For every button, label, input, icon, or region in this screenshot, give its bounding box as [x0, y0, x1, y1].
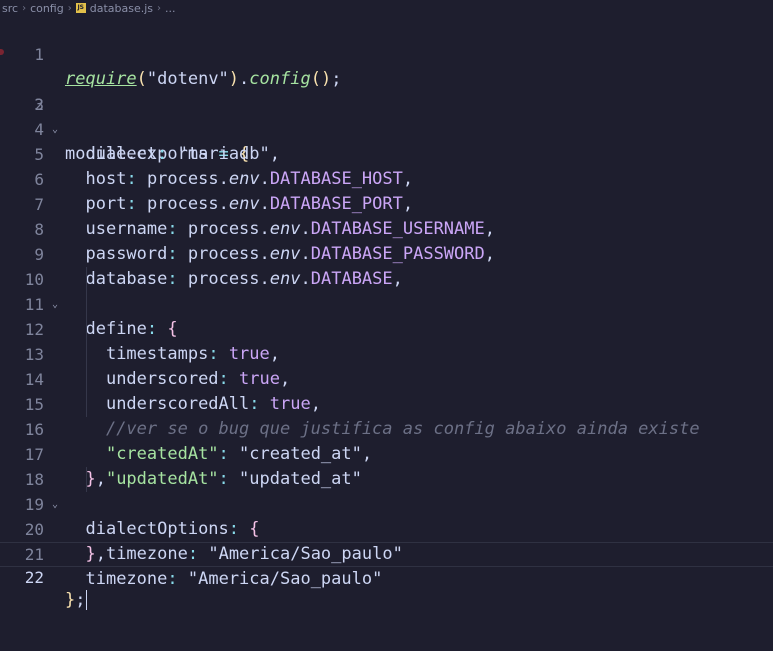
breadcrumb-item-symbol[interactable]: ... [165, 2, 176, 15]
breadcrumb-item-config[interactable]: config [30, 2, 64, 15]
breadcrumb: src › config › JS database.js › ... [0, 0, 773, 16]
code-line[interactable]: 3 ⌄ module.exports = { [0, 67, 773, 164]
code-line[interactable]: 21 timezone: "America/Sao_paulo" [0, 517, 773, 589]
javascript-file-icon: JS [75, 3, 86, 13]
code-line[interactable]: 17 }, [0, 417, 773, 489]
code-token-string: "America/Sao_paulo" [187, 569, 383, 589]
breadcrumb-item-file[interactable]: database.js [90, 2, 153, 15]
chevron-right-icon: › [22, 2, 27, 14]
code-token-property: timezone [85, 569, 168, 589]
code-line[interactable]: 18 ⌄ dialectOptions: { [0, 442, 773, 539]
code-line[interactable]: 19 timezone: "America/Sao_paulo" [0, 467, 773, 564]
line-number[interactable]: 22 [0, 566, 44, 589]
code-line[interactable]: 9 database: process.env.DATABASE, [0, 217, 773, 289]
code-line[interactable]: 11 timestamps: true, [0, 267, 773, 364]
indent-guide [86, 342, 87, 367]
indent-guide [86, 292, 87, 317]
indent-guide [86, 317, 87, 342]
chevron-right-icon: › [67, 2, 72, 14]
indent-guide [86, 367, 87, 392]
breadcrumb-item-src[interactable]: src [2, 2, 18, 15]
code-line[interactable]: 2 [0, 42, 773, 114]
indent-guide [86, 267, 87, 292]
code-line[interactable]: 16 "updatedAt": "updated_at" [0, 392, 773, 489]
code-line[interactable]: 5 host: process.env.DATABASE_HOST, [0, 117, 773, 189]
breakpoint-marker-icon[interactable] [0, 49, 4, 55]
code-line[interactable]: 15 "createdAt": "created_at", [0, 367, 773, 464]
code-line[interactable]: 14 //ver se o bug que justifica as confi… [0, 342, 773, 439]
code-line[interactable]: 6 port: process.env.DATABASE_PORT, [0, 142, 773, 214]
code-line[interactable]: 12 underscored: true, [0, 292, 773, 389]
code-line[interactable]: 7 username: process.env.DATABASE_USERNAM… [0, 167, 773, 239]
indent-guide [86, 392, 87, 417]
code-line-current[interactable]: 22 }; [0, 542, 773, 610]
code-line[interactable]: 4 dialect: "mariadb", [0, 92, 773, 164]
chevron-right-icon: › [157, 2, 162, 14]
code-line[interactable]: 13 underscoredAll: true, [0, 317, 773, 414]
indent-guide [86, 467, 87, 492]
code-line[interactable]: 20 }, [0, 492, 773, 564]
text-cursor [85, 590, 87, 610]
code-line[interactable]: 1 require("dotenv").config(); [0, 17, 773, 89]
code-line[interactable]: 10 ⌄ define: { [0, 242, 773, 339]
code-line[interactable]: 8 password: process.env.DATABASE_PASSWOR… [0, 192, 773, 264]
code-editor[interactable]: 1 require("dotenv").config(); 2 3 ⌄ modu… [0, 17, 773, 651]
